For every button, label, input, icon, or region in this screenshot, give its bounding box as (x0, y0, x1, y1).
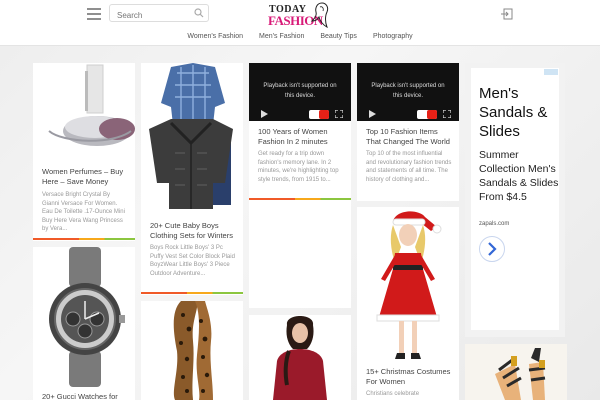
play-icon[interactable] (367, 109, 377, 119)
card-description: Boys Rock Little Boys' 3 Pc Puffy Vest S… (150, 245, 235, 277)
video-player[interactable]: Playback isn't supported on this device. (357, 63, 459, 121)
search-box[interactable] (109, 4, 209, 24)
video-message: Playback isn't supported on this device. (357, 81, 459, 101)
card-scarf[interactable] (141, 301, 243, 400)
logo-woman-silhouette-icon (310, 2, 329, 29)
card-100-years-fashion[interactable]: Playback isn't supported on this device.… (249, 63, 351, 308)
nav-womens-fashion[interactable]: Women's Fashion (179, 29, 251, 45)
nav-photography[interactable]: Photography (365, 29, 421, 45)
red-dress-woman-image (249, 315, 351, 400)
fullscreen-icon[interactable] (335, 110, 343, 118)
video-controls (357, 107, 459, 121)
perfume-image (33, 63, 135, 159)
video-player[interactable]: Playback isn't supported on this device. (249, 63, 351, 121)
search-icon[interactable] (194, 8, 204, 18)
nav-beauty-tips[interactable]: Beauty Tips (312, 29, 365, 45)
watch-image (33, 247, 135, 387)
card-color-bar (33, 238, 135, 240)
santa-costume-woman-image (357, 207, 459, 363)
card-red-dress[interactable] (249, 315, 351, 400)
fullscreen-icon[interactable] (443, 110, 451, 118)
card-women-perfumes[interactable]: Women Perfumes – Buy Here – Save Money V… (33, 63, 135, 241)
nav-mens-fashion[interactable]: Men's Fashion (251, 29, 312, 45)
youtube-logo-icon[interactable] (309, 110, 329, 119)
card-baby-boys-clothing[interactable]: 20+ Cute Baby Boys Clothing Sets for Win… (141, 63, 243, 295)
ad-headline[interactable]: Men's Sandals & Slides (479, 84, 559, 141)
card-description: Christians celebrate (366, 391, 420, 397)
video-message-line2: this device. (392, 93, 423, 99)
video-controls (249, 107, 351, 121)
video-message-line2: this device. (284, 93, 315, 99)
card-title[interactable]: 20+ Gucci Watches for (42, 392, 129, 400)
sponsored-ad[interactable]: Men's Sandals & Slides Summer Collection… (471, 68, 559, 330)
site-logo[interactable]: TODAY FASHION (266, 1, 334, 31)
card-top-10-fashion-items[interactable]: Playback isn't supported on this device.… (357, 63, 459, 201)
card-color-bar (249, 198, 351, 200)
card-christmas-costumes[interactable]: 15+ Christmas Costumes For Women Christi… (357, 207, 459, 400)
ad-choices-icon[interactable] (544, 69, 558, 75)
hamburger-menu-icon[interactable] (87, 8, 101, 20)
card-title[interactable]: Top 10 Fashion Items That Changed The Wo… (366, 127, 453, 147)
leopard-scarf-image (141, 301, 243, 400)
sandals-image (465, 344, 567, 400)
chevron-right-icon (488, 242, 497, 256)
ad-body: Summer Collection Men's Sandals & Slides… (479, 149, 559, 203)
card-title[interactable]: Women Perfumes – Buy Here – Save Money (42, 167, 129, 187)
youtube-logo-icon[interactable] (417, 110, 437, 119)
ad-next-button[interactable] (479, 236, 505, 262)
ad-url[interactable]: zapals.com (479, 221, 509, 227)
card-description: Get ready for a trip down fashion's memo… (258, 151, 339, 183)
card-description: Versace Bright Crystal By Gianni Versace… (42, 192, 125, 232)
search-input[interactable] (110, 7, 188, 24)
card-title[interactable]: 15+ Christmas Costumes For Women (366, 367, 453, 387)
card-title[interactable]: 20+ Cute Baby Boys Clothing Sets for Win… (150, 221, 237, 241)
video-message: Playback isn't supported on this device. (249, 81, 351, 101)
card-sandals[interactable] (465, 344, 567, 400)
category-nav: Women's Fashion Men's Fashion Beauty Tip… (0, 29, 600, 45)
card-gucci-watches[interactable]: 20+ Gucci Watches for (33, 247, 135, 400)
top-bar: TODAY FASHION Women's Fashion Men's Fash… (0, 0, 600, 46)
video-message-line1: Playback isn't supported on (371, 83, 445, 89)
video-message-line1: Playback isn't supported on (263, 83, 337, 89)
card-color-bar (141, 292, 243, 294)
card-title[interactable]: 100 Years of Women Fashion In 2 minutes (258, 127, 345, 147)
play-icon[interactable] (259, 109, 269, 119)
card-description: Top 10 of the most influential and revol… (366, 151, 452, 183)
login-icon[interactable] (501, 8, 513, 20)
boys-clothing-image (141, 63, 243, 215)
